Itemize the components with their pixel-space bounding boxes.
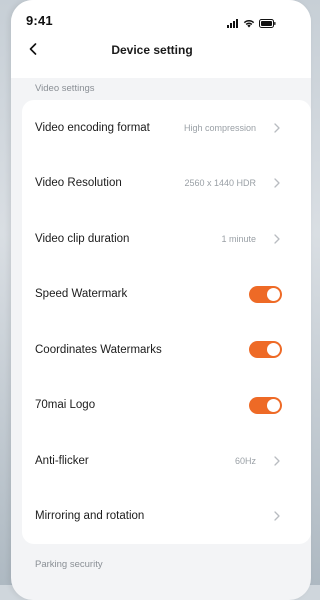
nav-bar: Device setting	[11, 36, 311, 66]
setting-value: 2560 x 1440 HDR	[184, 178, 256, 188]
signal-icon	[227, 15, 239, 33]
coordinates-watermarks-toggle[interactable]	[249, 341, 282, 358]
setting-value: High compression	[184, 123, 256, 133]
section-header-video: Video settings	[11, 78, 311, 100]
setting-row-70mai-logo: 70mai Logo	[22, 378, 311, 434]
setting-label: Video encoding format	[35, 122, 150, 134]
setting-row-video-clip-duration[interactable]: Video clip duration 1 minute	[22, 211, 311, 267]
70mai-logo-toggle[interactable]	[249, 397, 282, 414]
setting-value: 1 minute	[221, 234, 256, 244]
status-icons	[227, 15, 276, 33]
wifi-icon	[243, 15, 255, 33]
chevron-right-icon	[274, 234, 282, 244]
toggle-knob	[267, 343, 280, 356]
setting-label: 70mai Logo	[35, 399, 95, 411]
toggle-knob	[267, 288, 280, 301]
setting-row-anti-flicker[interactable]: Anti-flicker 60Hz	[22, 433, 311, 489]
chevron-right-icon	[274, 178, 282, 188]
section-header-parking: Parking security	[11, 544, 311, 574]
setting-row-video-resolution[interactable]: Video Resolution 2560 x 1440 HDR	[22, 156, 311, 212]
setting-row-mirroring-and-rotation[interactable]: Mirroring and rotation	[22, 489, 311, 545]
speed-watermark-toggle[interactable]	[249, 286, 282, 303]
setting-value: 60Hz	[235, 456, 256, 466]
status-time: 9:41	[26, 13, 53, 28]
setting-label: Video Resolution	[35, 177, 122, 189]
phone-screen: 9:41	[11, 0, 311, 600]
chevron-right-icon	[274, 456, 282, 466]
setting-label: Mirroring and rotation	[35, 510, 144, 522]
chevron-right-icon	[274, 123, 282, 133]
setting-label: Coordinates Watermarks	[35, 344, 162, 356]
setting-row-coordinates-watermarks: Coordinates Watermarks	[22, 322, 311, 378]
battery-icon	[259, 15, 276, 33]
status-bar: 9:41	[11, 0, 311, 36]
toggle-knob	[267, 399, 280, 412]
chevron-right-icon	[274, 511, 282, 521]
setting-label: Anti-flicker	[35, 455, 89, 467]
header-area: 9:41	[11, 0, 311, 78]
page-title: Device setting	[11, 43, 293, 57]
setting-row-speed-watermark: Speed Watermark	[22, 267, 311, 323]
setting-row-video-encoding-format[interactable]: Video encoding format High compression	[22, 100, 311, 156]
settings-card: Video encoding format High compression V…	[22, 100, 311, 544]
setting-label: Speed Watermark	[35, 288, 127, 300]
setting-label: Video clip duration	[35, 233, 129, 245]
